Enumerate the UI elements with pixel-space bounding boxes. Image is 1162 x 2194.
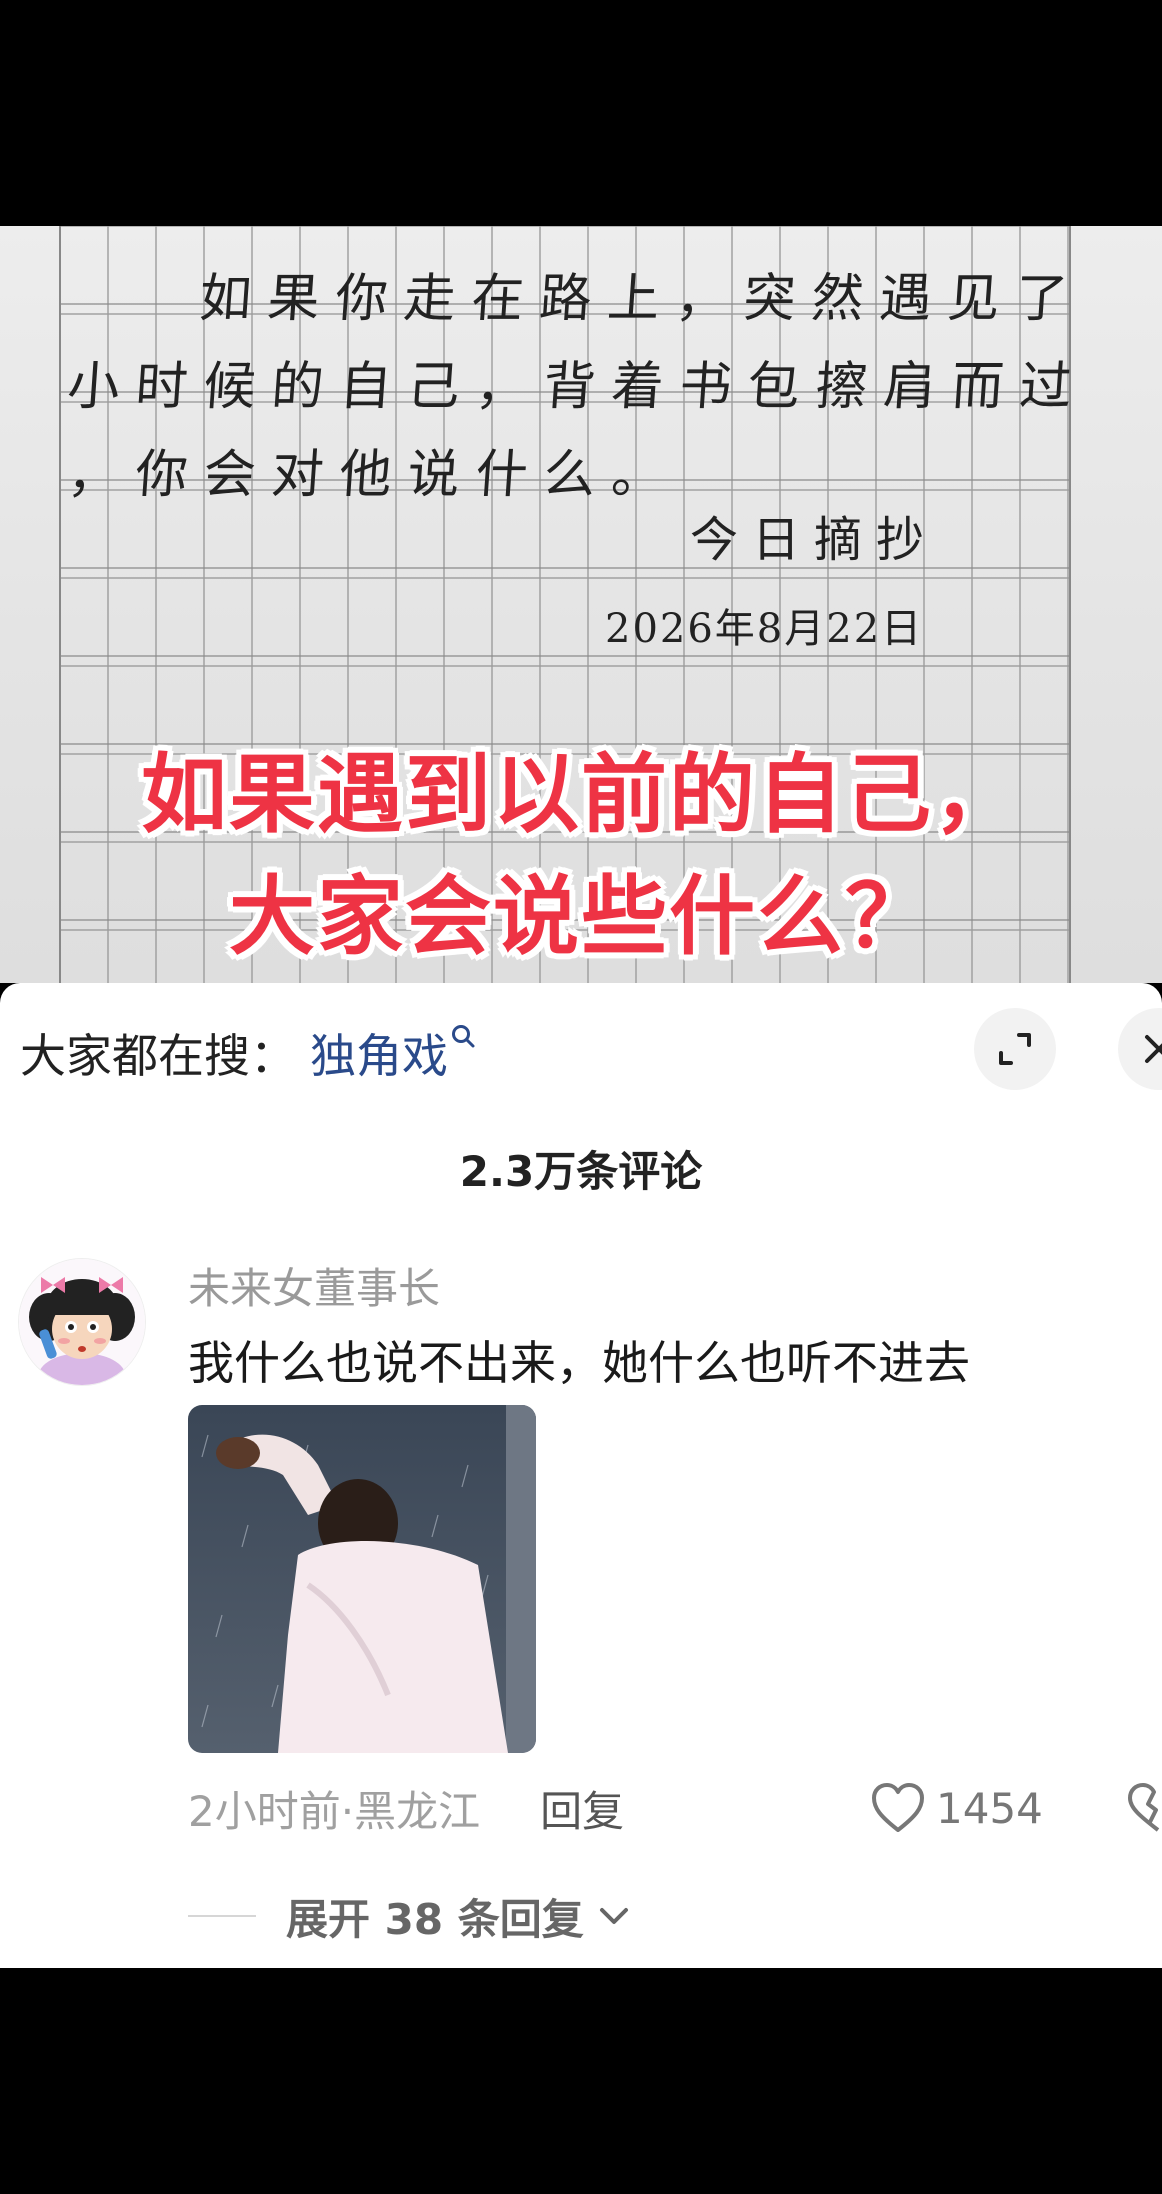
trending-search-label: 大家都在搜： xyxy=(20,1029,296,1083)
broken-heart-icon xyxy=(1128,1783,1160,1832)
caption-line-2: 大家会说些什么？ xyxy=(229,867,933,967)
reply-button[interactable]: 回复 xyxy=(540,1778,624,1839)
bottom-black-bar xyxy=(0,1968,1162,2194)
trending-search[interactable]: 大家都在搜： 独角戏 xyxy=(20,1020,476,1086)
trending-search-term[interactable]: 独角戏 xyxy=(310,1020,448,1086)
heart-icon xyxy=(872,1783,924,1832)
comment-count-title: 2.3万条评论 xyxy=(459,1147,703,1196)
comment-time-location: 2小时前·黑龙江 xyxy=(188,1786,481,1836)
handwriting-line-3: ，你会对他说什么。 xyxy=(65,445,682,505)
close-icon xyxy=(1145,1035,1162,1063)
avatar[interactable] xyxy=(18,1258,146,1386)
handwriting-line-2: 小时候的自己，背着书包擦肩而过 xyxy=(65,357,1090,417)
expand-replies-label: 展开 38 条回复 xyxy=(286,1894,584,1944)
comment-text: 我什么也说不出来，她什么也听不进去 xyxy=(188,1336,970,1390)
top-black-bar xyxy=(0,0,1162,226)
caption-line-1: 如果遇到以前的自己， xyxy=(141,745,1021,845)
expand-icon xyxy=(999,1033,1031,1065)
divider-line xyxy=(188,1915,256,1917)
handwriting-signature: 今日摘抄 xyxy=(690,512,939,568)
handwriting-line-1: 如果你走在路上，突然遇见了 xyxy=(197,269,1086,329)
comment-username[interactable]: 未来女董事长 xyxy=(188,1255,440,1316)
search-icon xyxy=(450,1023,476,1056)
expand-replies-button[interactable]: 展开 38 条回复 xyxy=(188,1888,634,1944)
chevron-down-icon xyxy=(599,1908,628,1924)
like-count: 1454 xyxy=(936,1783,1043,1833)
post-photo[interactable]: 如果你走在路上，突然遇见了 小时候的自己，背着书包擦肩而过 ，你会对他说什么。 … xyxy=(0,226,1162,983)
like-button[interactable]: 1454 xyxy=(870,1780,1043,1836)
comment-meta: 2小时前·黑龙江 回复 xyxy=(188,1780,624,1836)
dislike-button[interactable] xyxy=(1126,1782,1162,1838)
comment-meme-image[interactable] xyxy=(188,1405,536,1753)
expand-button[interactable] xyxy=(974,1008,1056,1090)
handwriting-date: 2026年8月22日 xyxy=(605,606,924,652)
